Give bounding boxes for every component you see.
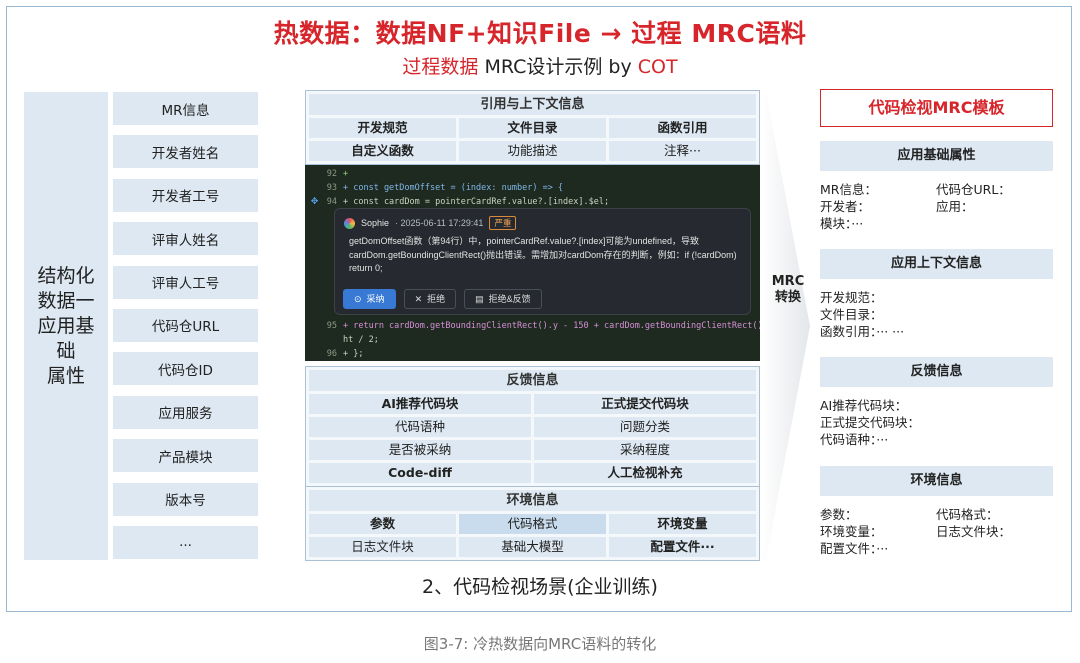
figure-caption: 图3-7: 冷热数据向MRC语料的转化 [423,635,657,653]
table-row: 自定义函数 功能描述 注释··· [309,141,756,161]
template-title: 代码检视MRC模板 [820,89,1053,127]
table-cell: 日志文件块 [309,537,456,557]
attribute-item: 评审人工号 [113,265,258,299]
template-section-body: 开发规范： 文件目录： 函数引用：··· ··· [820,290,905,339]
template-section-head: 反馈信息 [820,357,1053,387]
table-cell: 问题分类 [534,417,756,437]
accept-button[interactable]: ⊙ 采纳 [343,289,396,309]
table-cell: 代码格式 [459,514,606,534]
reference-context-table: 引用与上下文信息 开发规范 文件目录 函数引用 自定义函数 功能描述 注释··· [305,90,760,165]
attribute-item: 开发者姓名 [113,135,258,169]
table-cell: 参数 [309,514,456,534]
reject-feedback-button[interactable]: ▤ 拒绝&反馈 [464,289,542,309]
attribute-item: ... [113,525,258,559]
review-comment-popup: Sophie · 2025-06-11 17:29:41 严重 getDomOf… [334,208,751,315]
table-cell: AI推荐代码块 [309,394,531,414]
attribute-item: 产品模块 [113,439,258,473]
template-section-body: MR信息： 代码仓URL： 开发者： 应用： 模块：··· [820,182,1011,231]
table-cell: 采纳程度 [534,440,756,460]
table-cell: 文件目录 [459,118,606,138]
table-cell: 自定义函数 [309,141,456,161]
table-row: Code-diff 人工检视补充 [309,463,756,483]
feedback-icon: ▤ [475,294,484,304]
code-line: 93 + const getDomOffset = (index: number)… [326,183,564,193]
template-section-head: 环境信息 [820,466,1053,496]
table-cell: 是否被采纳 [309,440,531,460]
table-head: 引用与上下文信息 [309,94,756,115]
attribute-item: 开发者工号 [113,178,258,212]
table-head: 环境信息 [309,490,756,511]
code-line: 96 + }; [326,349,364,359]
template-section-head: 应用上下文信息 [820,249,1053,279]
table-cell: 基础大模型 [459,537,606,557]
attribute-item: 代码仓URL [113,308,258,342]
table-row: 是否被采纳 采纳程度 [309,440,756,460]
table-cell: 代码语种 [309,417,531,437]
diagram-subtitle: 过程数据 MRC设计示例 by COT [0,52,1080,79]
table-row: 日志文件块 基础大模型 配置文件··· [309,537,756,557]
code-line: 94 + const cardDom = pointerCardRef.value… [326,197,610,207]
table-head: 反馈信息 [309,370,756,391]
comment-time: · 2025-06-11 17:29:41 [395,218,484,228]
comment-header: Sophie · 2025-06-11 17:29:41 严重 [344,216,517,230]
attribute-item: 代码仓ID [113,352,258,386]
scene-caption: 2、代码检视场景(企业训练) [422,576,658,598]
table-cell: 函数引用 [609,118,756,138]
table-row: 开发规范 文件目录 函数引用 [309,118,756,138]
subtitle-text: MRC设计示例 by [478,56,638,78]
feedback-table: 反馈信息 AI推荐代码块 正式提交代码块 代码语种 问题分类 是否被采纳 采纳程… [305,366,760,487]
table-cell: 环境变量 [609,514,756,534]
code-line: 92 + [326,169,349,179]
attribute-item: 应用服务 [113,395,258,429]
diagram-title: 热数据：数据NF+知识File → 过程 MRC语料 [273,19,807,48]
comment-user: Sophie [361,218,390,228]
code-line: 95 + return cardDom.getBoundingClientRect… [326,321,760,331]
table-cell: Code-diff [309,463,531,483]
template-section-body: 参数： 代码格式： 环境变量： 日志文件块： 配置文件：··· [820,507,1012,556]
attribute-item: 版本号 [113,482,258,516]
table-cell: 注释··· [609,141,756,161]
attribute-item: 评审人姓名 [113,222,258,256]
subtitle-author: COT [637,56,678,78]
reject-button[interactable]: ✕ 拒绝 [403,289,457,309]
avatar [344,217,355,229]
structured-data-label: 结构化 数据一 应用基础 属性 [24,92,108,560]
mrc-conversion-arrow [762,92,810,560]
table-row: AI推荐代码块 正式提交代码块 [309,394,756,414]
attribute-list: MR信息 开发者姓名 开发者工号 评审人姓名 评审人工号 代码仓URL 代码仓I… [113,92,258,569]
close-icon: ✕ [414,294,423,304]
severity-badge: 严重 [489,216,517,230]
table-cell: 开发规范 [309,118,456,138]
table-cell: 人工检视补充 [534,463,756,483]
subtitle-highlight: 过程数据 [402,56,479,78]
template-section-head: 应用基础属性 [820,141,1053,171]
comment-actions: ⊙ 采纳 ✕ 拒绝 ▤ 拒绝&反馈 [343,289,542,309]
attribute-item: MR信息 [113,92,258,125]
check-circle-icon: ⊙ [354,294,362,304]
table-cell: 正式提交代码块 [534,394,756,414]
template-section-body: AI推荐代码块： 正式提交代码块： 代码语种：··· [820,398,921,447]
table-cell: 配置文件··· [609,537,756,557]
environment-table: 环境信息 参数 代码格式 环境变量 日志文件块 基础大模型 配置文件··· [305,486,760,561]
comment-message: getDomOffset函数（第94行）中，pointerCardRef.val… [349,236,737,273]
add-comment-icon[interactable]: ✥ [311,193,318,207]
table-cell: 功能描述 [459,141,606,161]
table-row: 代码语种 问题分类 [309,417,756,437]
mrc-label: MRC 转换 [771,274,805,305]
code-line: ht / 2; [343,335,379,345]
table-row: 参数 代码格式 环境变量 [309,514,756,534]
